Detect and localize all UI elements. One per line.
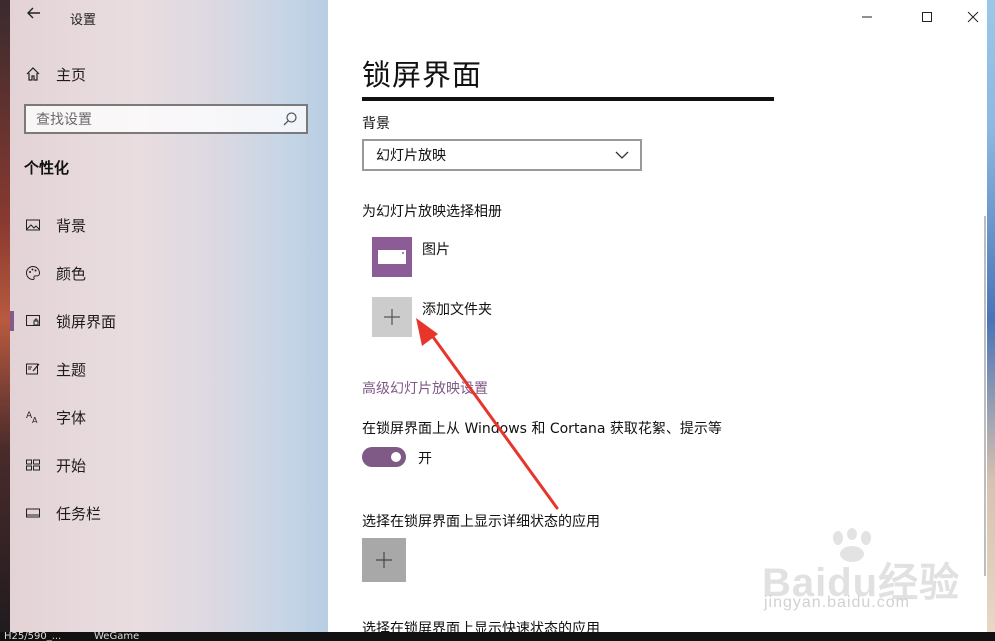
sidebar-item-home[interactable]: 主页	[10, 58, 328, 90]
sidebar: 设置 主页 查找设置 个性化 背景 颜色 锁屏界面 主题 A A 字体 开始 任…	[10, 0, 328, 632]
minimize-button[interactable]	[844, 0, 890, 34]
album-label: 为幻灯片放映选择相册	[362, 204, 502, 220]
sidebar-item-label: 背景	[56, 216, 87, 235]
sidebar-item-lock-screen[interactable]: 锁屏界面	[10, 305, 328, 337]
active-indicator	[10, 311, 14, 331]
advanced-slideshow-link[interactable]: 高级幻灯片放映设置	[362, 378, 488, 398]
minimize-icon	[862, 16, 872, 18]
sidebar-item-fonts[interactable]: AA 字体	[10, 401, 328, 433]
watermark-site: jingyan.baidu.com	[764, 594, 910, 611]
sidebar-item-colors[interactable]: 颜色	[10, 257, 328, 289]
tips-toggle[interactable]	[362, 447, 406, 467]
sidebar-item-start[interactable]: 开始	[10, 449, 328, 481]
background-dropdown[interactable]: 幻灯片放映	[362, 139, 642, 171]
toggle-knob	[391, 452, 401, 462]
search-input[interactable]: 查找设置	[24, 104, 308, 134]
title-underline	[362, 97, 774, 101]
theme-icon	[24, 360, 42, 378]
album-name: 图片	[422, 242, 450, 258]
maximize-icon	[922, 12, 932, 22]
back-button[interactable]	[22, 4, 46, 28]
start-icon	[24, 456, 42, 474]
chevron-down-icon	[615, 151, 629, 159]
sidebar-item-label: 颜色	[56, 264, 87, 283]
font-icon: AA	[24, 408, 42, 426]
app-title: 设置	[70, 13, 97, 28]
palette-icon	[24, 264, 42, 282]
sidebar-item-label: 锁屏界面	[56, 312, 117, 331]
baidu-watermark: Baidu经验 jingyan.baidu.com	[760, 528, 970, 618]
back-arrow-icon	[27, 7, 40, 19]
folder-icon	[372, 237, 412, 277]
sidebar-item-label: 字体	[56, 408, 87, 427]
sidebar-item-background[interactable]: 背景	[10, 209, 328, 241]
add-folder-button[interactable]: 添加文件夹	[372, 297, 672, 339]
sidebar-item-label: 开始	[56, 456, 87, 475]
lock-screen-icon	[24, 312, 42, 330]
sidebar-item-label: 任务栏	[56, 504, 102, 523]
background-label: 背景	[362, 116, 390, 132]
scrollbar[interactable]	[984, 216, 986, 576]
taskbar-item[interactable]: H25/590_...	[4, 632, 61, 641]
desktop-background-left	[0, 0, 10, 641]
taskbar-item[interactable]: WeGame	[94, 632, 139, 641]
dropdown-value: 幻灯片放映	[376, 148, 446, 164]
quick-status-label: 选择在锁屏界面上显示快速状态的应用	[362, 621, 600, 632]
detail-status-label: 选择在锁屏界面上显示详细状态的应用	[362, 514, 600, 530]
close-icon	[967, 11, 979, 23]
desktop-taskbar-strip: H25/590_... WeGame	[0, 632, 995, 641]
sidebar-item-taskbar[interactable]: 任务栏	[10, 497, 328, 529]
page-title: 锁屏界面	[362, 58, 483, 92]
add-detail-app-button[interactable]	[362, 538, 406, 582]
album-item-pictures[interactable]: 图片	[372, 237, 672, 279]
desktop-background-right	[987, 0, 995, 641]
sidebar-item-label: 主题	[56, 360, 87, 379]
search-placeholder: 查找设置	[36, 112, 92, 128]
home-icon	[24, 65, 42, 83]
tips-label: 在锁屏界面上从 Windows 和 Cortana 获取花絮、提示等	[362, 421, 722, 437]
plus-icon	[376, 552, 392, 568]
close-button[interactable]	[950, 0, 987, 34]
picture-icon	[24, 216, 42, 234]
sidebar-item-theme[interactable]: 主题	[10, 353, 328, 385]
svg-text:A: A	[32, 416, 38, 425]
search-icon[interactable]	[282, 111, 298, 127]
section-heading: 个性化	[24, 159, 70, 177]
maximize-button[interactable]	[904, 0, 950, 34]
add-folder-label: 添加文件夹	[422, 302, 492, 318]
taskbar-icon	[24, 504, 42, 522]
plus-icon	[372, 297, 412, 337]
sidebar-item-label: 主页	[56, 65, 87, 84]
toggle-state-label: 开	[418, 451, 432, 467]
